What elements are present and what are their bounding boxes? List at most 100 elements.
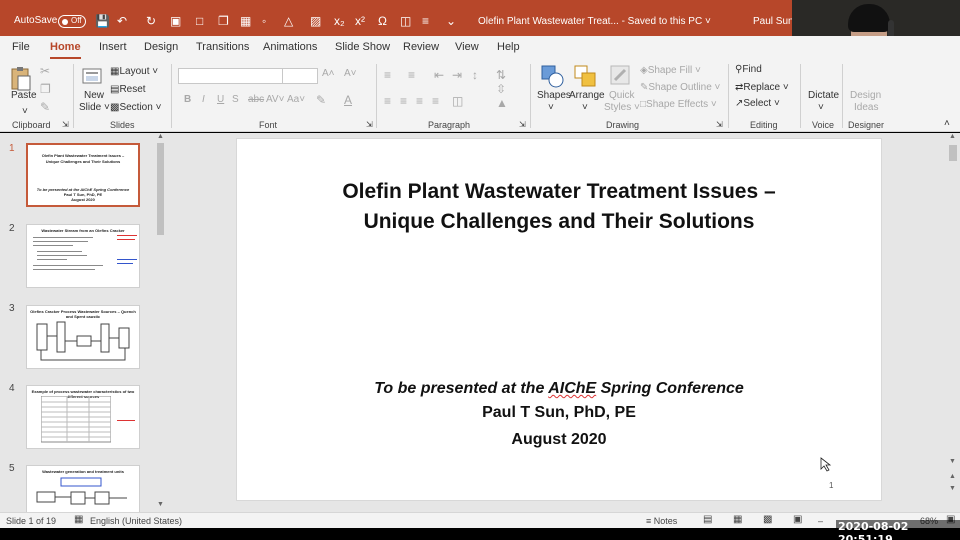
symbol-icon[interactable]: Ω [378, 14, 387, 28]
scroll-up-icon[interactable]: ▲ [949, 133, 956, 140]
scrollbar-thumb[interactable] [157, 143, 164, 235]
slide-sorter-icon[interactable]: ▩ [763, 514, 772, 525]
save-icon[interactable]: 💾 [95, 14, 110, 28]
scroll-up-icon[interactable]: ▲ [157, 133, 164, 140]
font-color-icon[interactable]: A [344, 93, 352, 107]
slide-author[interactable]: Paul T Sun, PhD, PE [237, 404, 881, 422]
superscript-icon[interactable]: x² [355, 14, 365, 28]
tab-file[interactable]: File [12, 41, 30, 53]
align-text-icon[interactable]: ⇳ [496, 82, 506, 96]
slide-title[interactable]: Olefin Plant Wastewater Treatment Issues… [237, 177, 881, 237]
tab-insert[interactable]: Insert [99, 41, 127, 53]
smartart-icon[interactable]: ▲ [496, 96, 508, 110]
select-button[interactable]: ↗ Select ˅ [735, 98, 780, 109]
bullets-icon[interactable]: ≡ [384, 68, 391, 82]
tab-design[interactable]: Design [144, 41, 178, 53]
paste-icon[interactable] [10, 66, 32, 92]
zoom-out-icon[interactable]: – [818, 516, 823, 526]
bold-button[interactable]: B [184, 94, 191, 105]
align-center-icon[interactable]: ≡ [400, 94, 407, 108]
shadow-button[interactable]: S [232, 94, 239, 105]
new-slide-label[interactable]: New [84, 90, 104, 101]
justify-icon[interactable]: ≡ [432, 94, 439, 108]
reset-button[interactable]: ▤ Reset [110, 84, 146, 95]
subscript-icon[interactable]: x₂ [334, 14, 345, 28]
design-ideas-label-2[interactable]: Ideas [854, 102, 878, 113]
tab-animations[interactable]: Animations [263, 41, 317, 53]
font-size-combo[interactable] [282, 68, 318, 84]
shapes-icon-big[interactable] [540, 64, 564, 88]
align-icon[interactable]: ≡ [422, 14, 429, 28]
layout-button[interactable]: ▦ Layout ˅ [110, 66, 158, 77]
language-indicator[interactable]: English (United States) [90, 516, 182, 526]
decrease-indent-icon[interactable]: ⇤ [434, 68, 444, 82]
line-spacing-icon[interactable]: ↕ [472, 68, 478, 82]
section-button[interactable]: ▩ Section ˅ [110, 102, 161, 113]
tab-view[interactable]: View [455, 41, 479, 53]
paste-dropdown-icon[interactable]: ˅ [22, 106, 28, 117]
arrange-icon-big[interactable] [573, 64, 597, 88]
collapse-ribbon-icon[interactable]: ˄ [944, 118, 950, 129]
drawing-launcher-icon[interactable]: ⇲ [716, 120, 723, 129]
tab-transitions[interactable]: Transitions [196, 41, 249, 53]
thumbnail-slide-5[interactable]: Wastewater generation and treatment unit… [26, 465, 140, 512]
align-left-icon[interactable]: ≡ [384, 94, 391, 108]
character-spacing-button[interactable]: AV˅ [266, 94, 284, 105]
quick-styles-label[interactable]: Quick [609, 90, 635, 101]
slide-presented-line[interactable]: To be presented at the AIChE Spring Conf… [237, 380, 881, 398]
align-right-icon[interactable]: ≡ [416, 94, 423, 108]
shapes-dropdown-icon[interactable]: ˅ [548, 102, 554, 113]
grow-font-icon[interactable]: A˄ [322, 68, 335, 79]
thumbnail-slide-2[interactable]: Wastewater Stream from an Olefins Cracke… [26, 224, 140, 288]
next-slide-icon[interactable]: ▼ [949, 485, 956, 492]
scrollbar-thumb[interactable] [949, 145, 957, 161]
increase-indent-icon[interactable]: ⇥ [452, 68, 462, 82]
arrange-dropdown-icon[interactable]: ˅ [582, 102, 588, 113]
document-title[interactable]: Olefin Plant Wastewater Treat... - Saved… [478, 16, 711, 27]
text-box-icon[interactable]: ▨ [310, 14, 321, 28]
reading-view-icon[interactable]: ▣ [793, 514, 802, 525]
start-from-beginning-icon[interactable]: ▣ [170, 14, 181, 28]
numbering-icon[interactable]: ≡ [408, 68, 415, 82]
clipboard-launcher-icon[interactable]: ⇲ [62, 120, 69, 129]
shape-outline-button[interactable]: ✎ Shape Outline ˅ [640, 82, 720, 93]
highlight-icon[interactable]: ✎ [316, 93, 326, 107]
scroll-down-icon[interactable]: ▼ [949, 458, 956, 465]
font-launcher-icon[interactable]: ⇲ [366, 120, 373, 129]
dictate-button[interactable]: Dictate [808, 90, 839, 101]
replace-button[interactable]: ⇄ Replace ˅ [735, 82, 789, 93]
previous-slide-icon[interactable]: ▲ [949, 473, 956, 480]
arrange-icon[interactable]: ◫ [400, 14, 411, 28]
quick-styles-dropdown[interactable]: Styles ˅ [604, 102, 640, 113]
tab-help[interactable]: Help [497, 41, 520, 53]
user-name[interactable]: Paul Sun [753, 16, 794, 27]
slide-scrollbar[interactable]: ▲ ▼ ▲ ▼ [946, 133, 960, 512]
copy-icon-ribbon[interactable]: ❐ [40, 82, 51, 96]
shape-effects-button[interactable]: □ Shape Effects ˅ [640, 99, 717, 110]
design-ideas-label[interactable]: Design [850, 90, 881, 101]
notes-button[interactable]: ≡ Notes [646, 516, 677, 526]
redo-icon[interactable]: ↻ [146, 14, 156, 28]
shapes-icon[interactable]: △ [284, 14, 293, 28]
text-direction-icon[interactable]: ⇅ [496, 68, 506, 82]
thumbnail-scrollbar[interactable]: ▲ ▼ [155, 133, 166, 512]
thumbnail-slide-4[interactable]: Example of process wastewater characteri… [26, 385, 140, 449]
group-icon[interactable]: ▦ [240, 14, 251, 28]
thumbnail-slide-1[interactable]: Olefin Plant Wastewater Treatment Issues… [26, 143, 140, 207]
font-name-combo[interactable] [178, 68, 284, 84]
strikethrough-icon[interactable]: abc [248, 94, 264, 105]
shapes-button[interactable]: Shapes [537, 90, 571, 101]
autosave-toggle[interactable]: Off [58, 15, 86, 28]
find-button[interactable]: ⚲ Find [735, 64, 762, 75]
spelling-status-icon[interactable]: ▦ [74, 514, 83, 525]
tab-slide-show[interactable]: Slide Show [335, 41, 390, 53]
scroll-down-icon[interactable]: ▼ [157, 501, 164, 508]
paste-button[interactable]: Paste [11, 90, 37, 101]
dictate-dropdown-icon[interactable]: ˅ [818, 102, 824, 113]
underline-button[interactable]: U [217, 94, 224, 105]
undo-icon[interactable]: ↶ [117, 14, 127, 28]
new-slide-icon[interactable]: □ [196, 14, 203, 28]
copy-icon[interactable]: ❐ [218, 14, 229, 28]
shrink-font-icon[interactable]: A˅ [344, 68, 357, 79]
cut-icon[interactable]: ✂ [40, 64, 50, 78]
